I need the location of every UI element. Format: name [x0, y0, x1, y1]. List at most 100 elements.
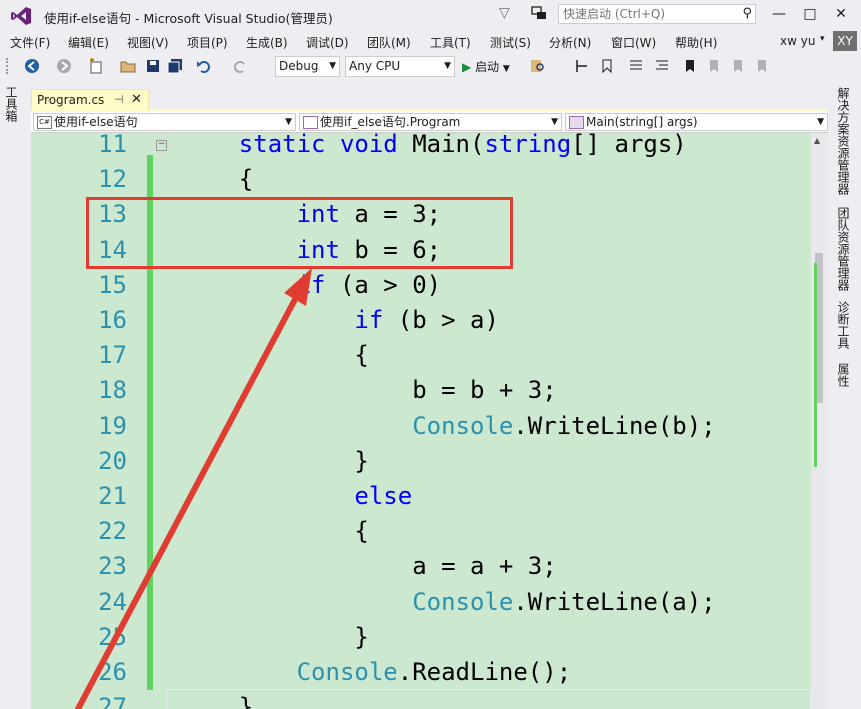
- line-number: 27: [98, 693, 127, 709]
- code-line[interactable]: a = a + 3;: [181, 552, 557, 580]
- pin-icon[interactable]: ⊣: [114, 93, 124, 106]
- scrollbar-change-marker: [814, 263, 817, 467]
- user-dropdown-icon[interactable]: ▾: [820, 34, 825, 44]
- maximize-button[interactable]: □: [795, 2, 825, 26]
- method-icon: [569, 116, 584, 129]
- menu-debug[interactable]: 调试(D): [306, 34, 349, 51]
- outline-collapse-toggle[interactable]: −: [156, 140, 167, 151]
- tab-properties[interactable]: 属性: [836, 363, 852, 387]
- find-in-files-icon[interactable]: [530, 58, 546, 74]
- code-line[interactable]: }: [181, 447, 368, 475]
- code-line[interactable]: {: [181, 341, 368, 369]
- type-value: 使用if_else语句.Program: [320, 115, 461, 129]
- menu-analyze[interactable]: 分析(N): [549, 34, 591, 51]
- notifications-filter-icon[interactable]: ▽: [499, 5, 517, 23]
- code-token: (a > 0): [325, 270, 442, 299]
- member-dropdown[interactable]: Main(string[] args) ▼: [565, 113, 828, 131]
- feedback-icon[interactable]: [530, 5, 548, 23]
- bookmark-clear-icon[interactable]: [754, 58, 770, 74]
- right-tool-window-strip: 解决方案资源管理器 团队资源管理器 诊断工具 属性: [828, 81, 861, 709]
- quick-launch-input[interactable]: [559, 5, 737, 23]
- code-line[interactable]: if (a > 0): [181, 270, 442, 299]
- comment-lines-icon[interactable]: [628, 58, 644, 74]
- tab-team-explorer[interactable]: 团队资源管理器: [836, 207, 852, 291]
- line-number: 24: [98, 587, 127, 616]
- keyword-token: string: [484, 133, 572, 158]
- line-number: 26: [98, 658, 127, 686]
- line-number: 12: [98, 165, 127, 194]
- code-token: {: [181, 165, 254, 194]
- code-line[interactable]: {: [181, 165, 253, 193]
- menu-view[interactable]: 视图(V): [127, 34, 169, 51]
- start-debugging-button[interactable]: ▶ 启动 ▼: [462, 58, 510, 75]
- code-line[interactable]: else: [181, 482, 412, 510]
- code-line[interactable]: Console.ReadLine();: [181, 658, 572, 686]
- uncomment-lines-icon[interactable]: [654, 58, 670, 74]
- code-line[interactable]: Console.WriteLine(a);: [181, 587, 715, 616]
- code-token: .WriteLine(b);: [513, 411, 716, 440]
- code-line[interactable]: Console.WriteLine(b);: [181, 411, 716, 440]
- type-token: Console: [412, 587, 514, 616]
- class-icon: [303, 116, 318, 129]
- menu-file[interactable]: 文件(F): [10, 34, 50, 51]
- save-all-icon[interactable]: [167, 58, 183, 74]
- scroll-up-arrow[interactable]: ▲: [814, 136, 820, 145]
- menu-team[interactable]: 团队(M): [367, 34, 411, 51]
- save-icon[interactable]: [145, 58, 161, 74]
- bookmark-toggle-icon[interactable]: [682, 58, 698, 74]
- bookmark-prev-icon[interactable]: [706, 58, 722, 74]
- quick-launch-box[interactable]: ⚲: [558, 4, 756, 24]
- project-dropdown[interactable]: C# 使用if-else语句 ▼: [33, 113, 296, 131]
- navigate-back-icon[interactable]: [24, 58, 40, 74]
- type-token: Console: [412, 411, 514, 440]
- bookmark-next-icon[interactable]: [730, 58, 746, 74]
- menu-help[interactable]: 帮助(H): [675, 34, 717, 51]
- menu-window[interactable]: 窗口(W): [611, 34, 656, 51]
- undo-icon[interactable]: [196, 58, 212, 74]
- solution-configuration-select[interactable]: Debug ▼: [275, 56, 340, 77]
- toolbox-tab[interactable]: 工具箱: [4, 86, 20, 122]
- new-project-icon[interactable]: [88, 58, 104, 74]
- step-into-icon[interactable]: [575, 58, 591, 74]
- menu-build[interactable]: 生成(B): [246, 34, 288, 51]
- type-token: Console: [296, 658, 398, 686]
- line-number: 15: [98, 270, 127, 299]
- tab-diagnostic-tools[interactable]: 诊断工具: [836, 301, 852, 349]
- menu-bar: 文件(F) 编辑(E) 视图(V) 项目(P) 生成(B) 调试(D) 团队(M…: [0, 30, 861, 52]
- platform-value: Any CPU: [349, 59, 401, 73]
- bookmark-list-icon[interactable]: [600, 58, 616, 74]
- close-icon[interactable]: ✕: [131, 92, 142, 107]
- vertical-scrollbar[interactable]: ▲: [811, 133, 828, 709]
- solution-platform-select[interactable]: Any CPU ▼: [345, 56, 455, 77]
- line-number: 22: [98, 517, 127, 546]
- menu-project[interactable]: 项目(P): [187, 34, 228, 51]
- tab-program-cs[interactable]: Program.cs ⊣ ✕: [31, 89, 149, 111]
- code-line[interactable]: }: [181, 623, 368, 651]
- code-line[interactable]: b = b + 3;: [181, 376, 557, 404]
- navigation-bar: C# 使用if-else语句 ▼ 使用if_else语句.Program ▼ M…: [31, 112, 828, 133]
- navigate-forward-icon[interactable]: [56, 58, 72, 74]
- tab-solution-explorer[interactable]: 解决方案资源管理器: [836, 87, 852, 195]
- menu-tools[interactable]: 工具(T): [430, 34, 471, 51]
- code-line[interactable]: }: [181, 693, 253, 709]
- search-icon[interactable]: ⚲: [742, 6, 752, 21]
- type-dropdown[interactable]: 使用if_else语句.Program ▼: [299, 113, 562, 131]
- close-button[interactable]: ✕: [826, 2, 856, 26]
- avatar[interactable]: XY: [833, 31, 857, 51]
- window-title: 使用if-else语句 - Microsoft Visual Studio(管理…: [44, 11, 333, 26]
- code-line[interactable]: if (b > a): [181, 306, 499, 334]
- code-line[interactable]: static void Main(string[] args): [181, 133, 687, 158]
- toolbar-grip[interactable]: [6, 58, 12, 74]
- menu-test[interactable]: 测试(S): [490, 34, 531, 51]
- redo-icon[interactable]: [232, 58, 248, 74]
- open-file-icon[interactable]: [120, 58, 136, 74]
- minimize-button[interactable]: —: [764, 2, 794, 26]
- menu-edit[interactable]: 编辑(E): [68, 34, 109, 51]
- signed-in-user[interactable]: xw yu: [780, 34, 815, 48]
- code-editor[interactable]: 11 12 13 14 15 16 17 18 19 20 21 22 23 24 25 26 27 − sta…: [31, 133, 811, 709]
- code-line[interactable]: {: [181, 517, 368, 545]
- code-token: b = b + 3;: [181, 376, 557, 405]
